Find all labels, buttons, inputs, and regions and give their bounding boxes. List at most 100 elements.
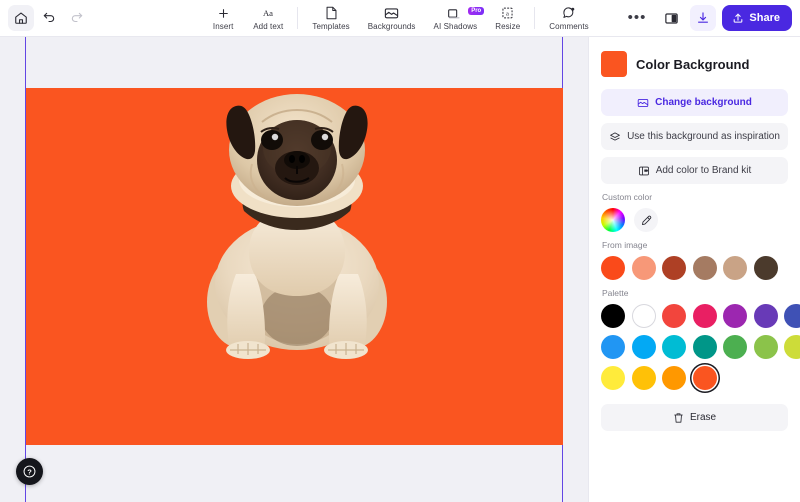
tool-insert[interactable]: Insert [202,5,244,32]
from-image-swatches [601,256,788,280]
palette-swatch-1-2[interactable] [632,304,656,328]
brand-kit-icon [638,165,650,177]
palette-swatch-2-4[interactable] [693,335,717,359]
download-button[interactable] [690,5,716,31]
trash-icon [673,412,684,424]
ai-shadows-icon [447,6,463,21]
tool-comments[interactable]: Comments [540,5,597,32]
template-icon [325,6,338,21]
question-mark-icon: ? [22,464,37,479]
palette-swatch-2-2[interactable] [632,335,656,359]
custom-color-label: Custom color [602,192,788,202]
help-button[interactable]: ? [16,458,43,485]
from-image-label: From image [602,240,788,250]
palette-swatch-1-7[interactable] [784,304,800,328]
more-options-button[interactable]: ••• [622,13,653,23]
tool-add-text-label: Add text [253,22,283,31]
from-image-swatch-2[interactable] [632,256,656,280]
undo-icon [42,11,56,25]
share-icon [732,12,744,24]
text-aa-icon: Aa [260,6,276,21]
toolbar-divider-2 [534,7,535,29]
home-button[interactable] [8,5,34,31]
palette-swatch-1-1[interactable] [601,304,625,328]
tool-add-text[interactable]: Aa Add text [244,5,292,32]
palette-swatch-2-1[interactable] [601,335,625,359]
svg-text:Aa: Aa [263,8,273,18]
editor-body: ? Color Background Change background [0,37,800,502]
palette-swatch-1-6[interactable] [754,304,778,328]
palette-swatch-1-5[interactable] [723,304,747,328]
toolbar-right-group: ••• [622,5,792,31]
toolbar-divider-1 [297,7,298,29]
palette-label: Palette [602,288,788,298]
undo-button[interactable] [36,5,62,31]
tool-insert-label: Insert [213,22,234,31]
add-color-to-brand-kit-label: Add color to Brand kit [656,165,752,176]
palette-swatch-3-1[interactable] [601,366,625,390]
from-image-swatch-4[interactable] [693,256,717,280]
palette-swatch-1-4[interactable] [693,304,717,328]
panel-toggle-button[interactable] [658,5,684,31]
tool-templates-label: Templates [312,22,349,31]
resize-icon: a [501,6,514,21]
tool-backgrounds-label: Backgrounds [368,22,416,31]
erase-button[interactable]: Erase [601,404,788,431]
palette-swatch-2-5[interactable] [723,335,747,359]
custom-color-row [601,208,788,232]
layers-icon [609,131,621,143]
use-as-inspiration-label: Use this background as inspiration [627,131,780,142]
canvas-area[interactable]: ? [0,37,588,502]
redo-icon [70,11,84,25]
toolbar-left-group [8,5,90,31]
change-background-button[interactable]: Change background [601,89,788,116]
plus-icon [217,6,230,21]
from-image-swatch-3[interactable] [662,256,686,280]
tool-backgrounds[interactable]: Backgrounds [359,5,425,32]
backgrounds-icon [384,6,399,21]
svg-text:?: ? [27,467,32,476]
add-color-to-brand-kit-button[interactable]: Add color to Brand kit [601,157,788,184]
top-toolbar: Insert Aa Add text Templates [0,0,800,37]
palette-swatch-2-6[interactable] [754,335,778,359]
palette-swatch-3-4-selected[interactable] [693,366,717,390]
change-background-label: Change background [655,97,752,108]
tool-ai-shadows-label: AI Shadows [434,22,478,31]
redo-button[interactable] [64,5,90,31]
eyedropper-icon [641,215,652,226]
background-panel: Color Background Change background [588,37,800,502]
palette-row-2 [601,335,788,359]
panel-header: Color Background [601,51,788,77]
current-color-swatch[interactable] [601,51,627,77]
svg-text:a: a [506,11,509,18]
tool-comments-label: Comments [549,22,588,31]
color-wheel-picker[interactable] [601,208,625,232]
share-button-label: Share [749,12,780,24]
tool-templates[interactable]: Templates [303,5,358,32]
palette-swatch-3-2[interactable] [632,366,656,390]
use-as-inspiration-button[interactable]: Use this background as inspiration [601,123,788,150]
from-image-swatch-5[interactable] [723,256,747,280]
from-image-swatch-1[interactable] [601,256,625,280]
image-swap-icon [637,97,649,109]
pug-dog-photo[interactable] [192,88,402,360]
from-image-swatch-6[interactable] [754,256,778,280]
panel-title: Color Background [636,57,749,72]
comments-icon [562,6,576,21]
artboard[interactable] [26,88,563,445]
tool-ai-shadows[interactable]: Pro AI Shadows [425,5,487,32]
palette-swatch-2-3[interactable] [662,335,686,359]
palette-swatch-1-3[interactable] [662,304,686,328]
share-button[interactable]: Share [722,5,792,31]
palette-swatch-3-3[interactable] [662,366,686,390]
palette-swatch-2-7[interactable] [784,335,800,359]
tool-resize[interactable]: a Resize [486,5,529,32]
tool-resize-label: Resize [495,22,520,31]
eyedropper-button[interactable] [634,208,658,232]
palette-row-3 [601,366,788,390]
erase-label: Erase [690,412,716,423]
home-icon [14,11,28,25]
palette-row-1 [601,304,788,328]
download-icon [696,11,710,25]
pro-badge: Pro [468,7,484,15]
